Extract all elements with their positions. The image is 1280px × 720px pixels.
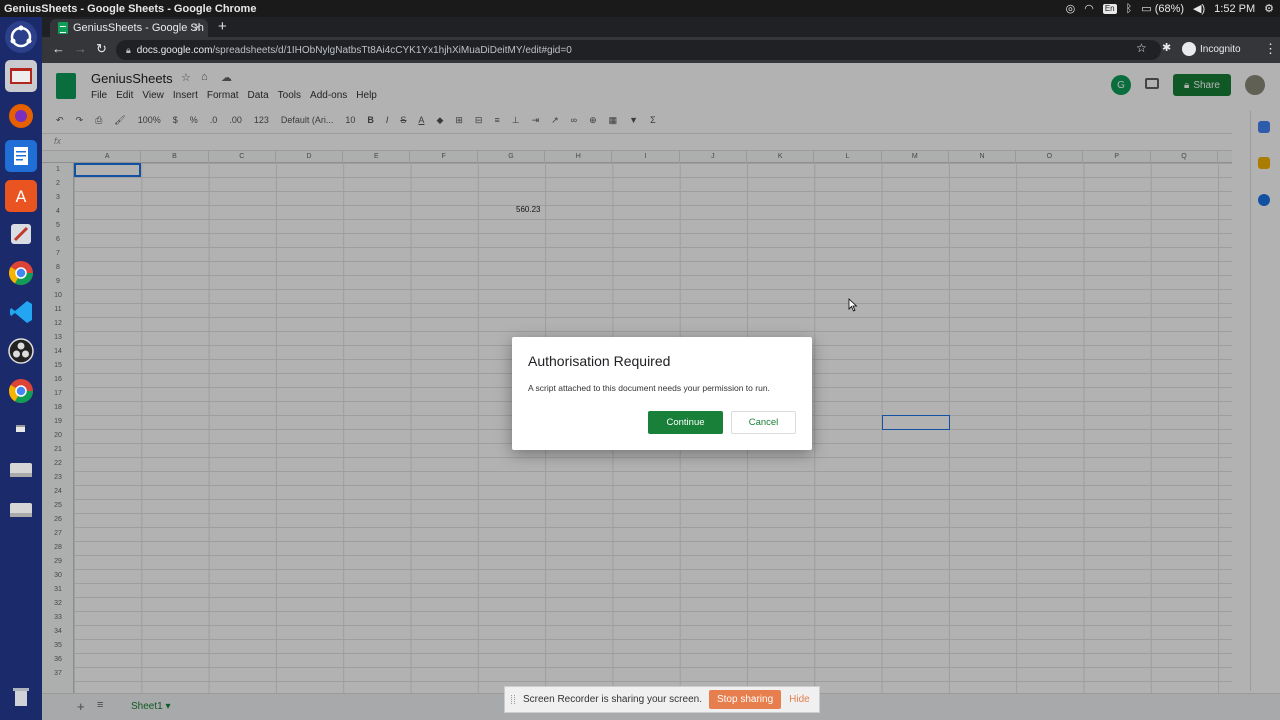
tab-title: GeniusSheets - Google Sh bbox=[73, 22, 204, 34]
battery-indicator[interactable]: ▭ (68%) bbox=[1141, 2, 1184, 15]
browser-toolbar: ← → ↻ 🔒︎ docs.google.com /spreadsheets/d… bbox=[42, 37, 1280, 63]
address-bar[interactable]: 🔒︎ docs.google.com /spreadsheets/d/1IHOb… bbox=[116, 40, 1161, 60]
os-top-bar: GeniusSheets - Google Sheets - Google Ch… bbox=[0, 0, 1280, 17]
continue-button[interactable]: Continue bbox=[648, 411, 723, 434]
mouse-cursor-icon bbox=[848, 298, 858, 312]
cancel-button[interactable]: Cancel bbox=[731, 411, 796, 434]
stop-sharing-button[interactable]: Stop sharing bbox=[708, 690, 782, 709]
chrome-icon-2[interactable] bbox=[5, 375, 37, 407]
url-path: /spreadsheets/d/1IHObNylgNatbsTt8Ai4cCYK… bbox=[212, 44, 572, 56]
incognito-indicator[interactable]: Incognito bbox=[1182, 42, 1241, 56]
incognito-icon bbox=[1182, 42, 1196, 56]
bluetooth-icon[interactable]: ᛒ bbox=[1126, 3, 1133, 15]
svg-text:A: A bbox=[16, 187, 27, 206]
obs-icon[interactable] bbox=[5, 335, 37, 367]
bookmark-star-icon[interactable]: ☆ bbox=[1136, 41, 1147, 55]
sheets-favicon-icon bbox=[58, 22, 68, 34]
recorder-message: Screen Recorder is sharing your screen. bbox=[523, 694, 702, 705]
back-icon[interactable]: ← bbox=[52, 41, 65, 56]
hide-button[interactable]: Hide bbox=[789, 694, 810, 705]
chrome-status-icon[interactable]: ◎ bbox=[1066, 2, 1076, 15]
new-tab-icon[interactable]: + bbox=[218, 18, 227, 35]
clock[interactable]: 1:52 PM bbox=[1214, 3, 1255, 15]
dialog-title: Authorisation Required bbox=[528, 353, 671, 369]
wifi-icon[interactable]: ◠ bbox=[1084, 2, 1094, 15]
browser-menu-icon[interactable]: ⋮ bbox=[1264, 41, 1277, 57]
chrome-icon[interactable] bbox=[5, 257, 37, 289]
document-viewer-icon[interactable] bbox=[5, 140, 37, 172]
drag-handle-icon[interactable] bbox=[511, 695, 515, 704]
drive-icon[interactable] bbox=[5, 453, 37, 485]
drive-icon-2[interactable] bbox=[5, 493, 37, 525]
extensions-icon[interactable]: ✱ bbox=[1162, 41, 1171, 54]
firefox-icon[interactable] bbox=[5, 100, 37, 132]
tab-close-icon[interactable]: ✕ bbox=[193, 21, 202, 34]
trash-icon[interactable] bbox=[5, 681, 37, 713]
launcher-dock: A bbox=[0, 17, 42, 720]
vscode-icon[interactable] bbox=[5, 296, 37, 328]
reload-icon[interactable]: ↻ bbox=[96, 41, 107, 57]
authorisation-dialog: Authorisation Required A script attached… bbox=[512, 337, 812, 450]
ubuntu-dash-icon[interactable] bbox=[5, 21, 37, 53]
system-tools-icon[interactable] bbox=[5, 218, 37, 250]
volume-icon[interactable]: ◀) bbox=[1193, 2, 1205, 15]
files-app-icon[interactable] bbox=[5, 60, 37, 92]
window-title: GeniusSheets - Google Sheets - Google Ch… bbox=[4, 2, 257, 15]
keyboard-indicator[interactable]: En bbox=[1102, 3, 1117, 14]
window-icon[interactable] bbox=[5, 413, 37, 445]
forward-icon[interactable]: → bbox=[74, 41, 87, 56]
browser-tab-strip: GeniusSheets - Google Sh ✕ + bbox=[42, 17, 1280, 37]
settings-gear-icon[interactable]: ⚙ bbox=[1264, 2, 1274, 15]
screen-recorder-bar: Screen Recorder is sharing your screen. … bbox=[504, 686, 820, 713]
url-host: docs.google.com bbox=[136, 44, 213, 56]
software-center-icon[interactable]: A bbox=[5, 180, 37, 212]
incognito-label: Incognito bbox=[1200, 43, 1241, 55]
lock-icon: 🔒︎ bbox=[126, 44, 131, 55]
battery-percent: (68%) bbox=[1154, 3, 1185, 15]
browser-tab[interactable]: GeniusSheets - Google Sh ✕ bbox=[50, 19, 208, 37]
dialog-message: A script attached to this document needs… bbox=[528, 383, 770, 393]
